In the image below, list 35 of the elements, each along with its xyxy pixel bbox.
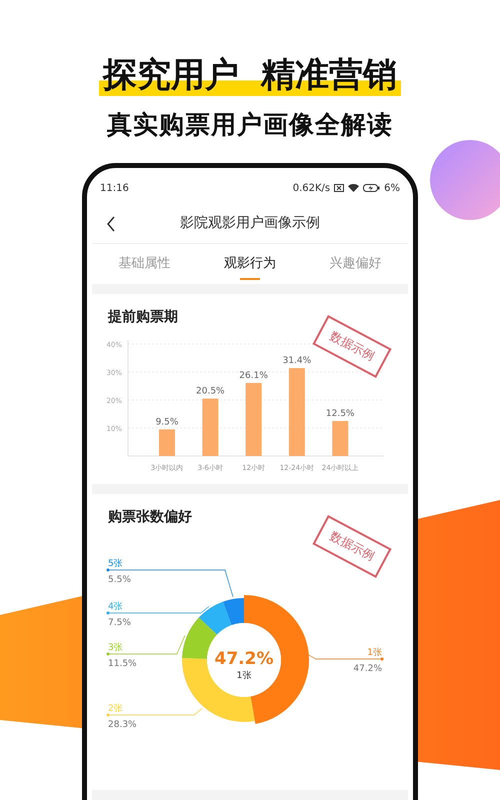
sample-stamp: 数据示例 — [312, 315, 392, 378]
wifi-icon — [348, 184, 360, 192]
network-speed: 0.62K/s — [292, 182, 330, 194]
tab[interactable]: 观影行为 — [197, 244, 303, 284]
battery-icon — [363, 184, 380, 192]
value-label: 12.5% — [326, 409, 354, 419]
center-label: 1张 — [236, 671, 252, 681]
value-label: 5.5% — [108, 575, 131, 585]
value-label: 9.5% — [156, 417, 178, 428]
category-label: 3张 — [108, 643, 123, 653]
category-label: 4张 — [108, 602, 123, 612]
category-label: 5张 — [108, 559, 123, 569]
value-label: 7.5% — [108, 618, 131, 628]
value-label: 28.3% — [108, 720, 137, 730]
category-label: 2张 — [108, 704, 123, 714]
bar — [159, 429, 175, 456]
value-label: 20.5% — [196, 386, 225, 397]
status-time: 11:16 — [100, 182, 129, 194]
tab[interactable]: 基础属性 — [92, 244, 198, 284]
card-title: 提前购票期 — [106, 308, 179, 326]
category-label: 1张 — [367, 648, 382, 658]
battery-level: 6% — [384, 182, 400, 194]
value-label: 31.4% — [282, 356, 312, 366]
bar — [332, 421, 348, 456]
page-title: 影院观影用户画像示例 — [180, 214, 320, 232]
bar — [202, 398, 218, 456]
sim-icon — [334, 184, 344, 192]
tab[interactable]: 兴趣偏好 — [302, 244, 408, 284]
subtitle: 真实购票用户画像全解读 — [107, 109, 393, 141]
center-value: 47.2% — [214, 649, 274, 669]
value-label: 26.1% — [239, 370, 268, 381]
value-label: 11.5% — [108, 659, 137, 669]
value-label: 47.2% — [353, 664, 382, 674]
back-icon[interactable] — [106, 216, 116, 232]
card-title: 购票张数偏好 — [106, 508, 193, 526]
